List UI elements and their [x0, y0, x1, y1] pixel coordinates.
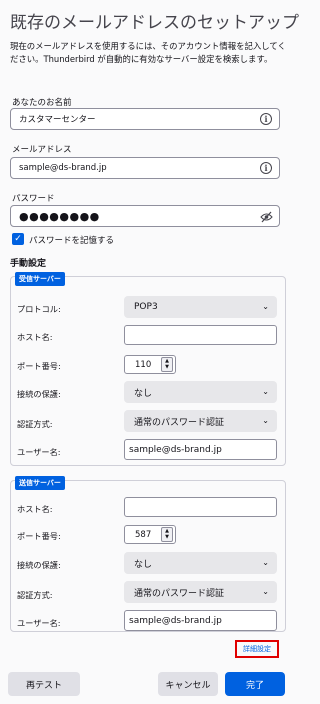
incoming-host-label: ホスト名: — [17, 332, 53, 342]
outgoing-user-label: ユーザー名: — [17, 618, 61, 628]
outgoing-host-label: ホスト名: — [17, 504, 53, 514]
outgoing-server-legend: 送信サーバー — [15, 476, 65, 490]
email-value: sample@ds-brand.jp — [19, 163, 107, 173]
password-value: ●●●●●●●● — [19, 209, 100, 223]
done-button[interactable]: 完了 — [225, 672, 285, 696]
name-field[interactable]: カスタマーセンター i — [10, 108, 280, 130]
spin-down-icon[interactable]: ▼ — [165, 534, 169, 540]
chevron-down-icon: ⌄ — [262, 558, 269, 567]
spin-down-icon[interactable]: ▼ — [165, 364, 169, 370]
outgoing-port-label: ポート番号: — [17, 531, 61, 541]
incoming-user-value: sample@ds-brand.jp — [129, 444, 222, 455]
port-spinner[interactable]: ▲ ▼ — [161, 357, 173, 372]
page-title: 既存のメールアドレスのセットアップ — [10, 13, 299, 33]
port-spinner[interactable]: ▲ ▼ — [161, 527, 173, 542]
email-label: メールアドレス — [12, 145, 72, 155]
outgoing-host-input[interactable] — [124, 497, 277, 517]
outgoing-user-value: sample@ds-brand.jp — [129, 615, 222, 626]
advanced-config-button[interactable]: 詳細設定 — [235, 640, 279, 658]
incoming-auth-select[interactable]: 通常のパスワード認証 ⌄ — [124, 410, 277, 432]
incoming-port-value: 110 — [135, 359, 152, 370]
chevron-down-icon: ⌄ — [262, 387, 269, 396]
cancel-button[interactable]: キャンセル — [158, 672, 218, 696]
protocol-select[interactable]: POP3 ⌄ — [124, 296, 277, 318]
outgoing-auth-label: 認証方式: — [17, 590, 53, 600]
checkmark-icon[interactable]: ✓ — [12, 233, 24, 245]
password-label: パスワード — [12, 194, 55, 204]
outgoing-security-select[interactable]: なし ⌄ — [124, 552, 277, 574]
incoming-auth-value: 通常のパスワード認証 — [134, 417, 225, 428]
manual-settings-title: 手動設定 — [10, 259, 47, 269]
chevron-down-icon: ⌄ — [262, 587, 269, 596]
name-label: あなたのお名前 — [12, 98, 72, 108]
name-value: カスタマーセンター — [19, 115, 96, 125]
protocol-value: POP3 — [134, 302, 158, 312]
incoming-user-input[interactable]: sample@ds-brand.jp — [124, 439, 277, 460]
eye-off-icon[interactable] — [260, 211, 273, 223]
incoming-user-label: ユーザー名: — [17, 447, 61, 457]
incoming-port-label: ポート番号: — [17, 361, 61, 371]
incoming-security-select[interactable]: なし ⌄ — [124, 381, 277, 403]
info-icon[interactable]: i — [260, 113, 272, 125]
email-field[interactable]: sample@ds-brand.jp i — [10, 157, 280, 179]
incoming-port-input[interactable]: 110 ▲ ▼ — [124, 355, 176, 374]
outgoing-auth-select[interactable]: 通常のパスワード認証 ⌄ — [124, 581, 277, 603]
chevron-down-icon: ⌄ — [262, 416, 269, 425]
incoming-auth-label: 認証方式: — [17, 419, 53, 429]
protocol-label: プロトコル: — [17, 304, 61, 314]
chevron-down-icon: ⌄ — [262, 302, 269, 311]
incoming-server-legend: 受信サーバー — [15, 272, 65, 286]
outgoing-auth-value: 通常のパスワード認証 — [134, 588, 225, 599]
incoming-host-input[interactable] — [124, 325, 277, 345]
info-icon[interactable]: i — [260, 162, 272, 174]
page-description: 現在のメールアドレスを使用するには、そのアカウント情報を記入してください。Thu… — [10, 41, 286, 64]
outgoing-security-label: 接続の保護: — [17, 560, 61, 570]
retest-button[interactable]: 再テスト — [8, 672, 80, 696]
outgoing-port-input[interactable]: 587 ▲ ▼ — [124, 525, 176, 544]
incoming-security-label: 接続の保護: — [17, 389, 61, 399]
outgoing-user-input[interactable]: sample@ds-brand.jp — [124, 610, 277, 631]
remember-password-label[interactable]: パスワードを記憶する — [29, 234, 114, 246]
outgoing-security-value: なし — [134, 559, 153, 570]
password-field[interactable]: ●●●●●●●● — [10, 205, 280, 227]
incoming-security-value: なし — [134, 388, 153, 399]
outgoing-port-value: 587 — [135, 529, 152, 540]
